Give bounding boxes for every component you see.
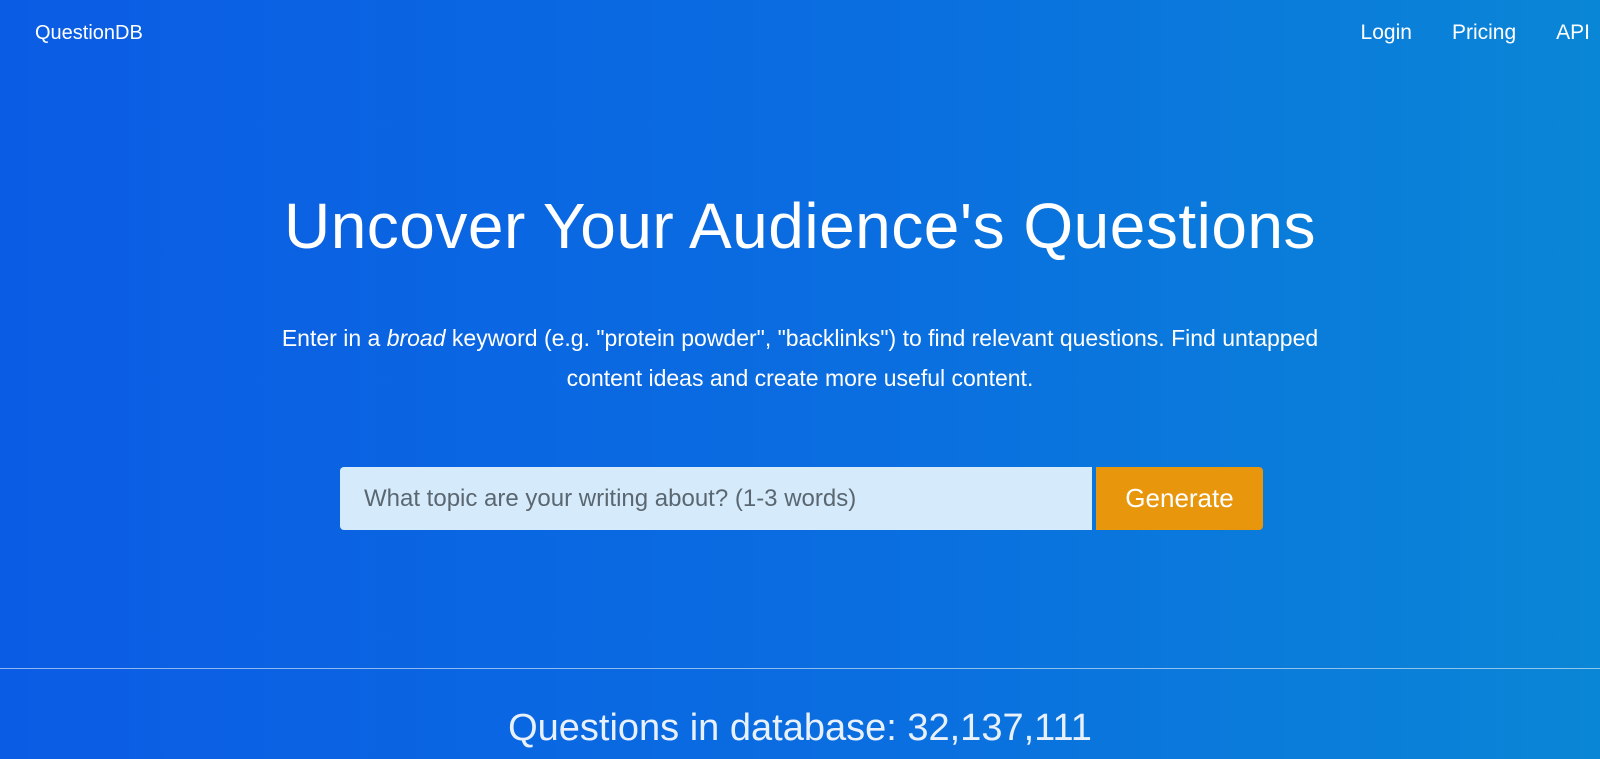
topic-search-input[interactable] — [340, 467, 1092, 530]
hero-title: Uncover Your Audience's Questions — [283, 190, 1317, 262]
brand-logo-link[interactable]: QuestionDB — [35, 22, 143, 45]
nav-link-pricing[interactable]: Pricing — [1452, 21, 1516, 45]
section-divider — [0, 668, 1600, 669]
search-form: Generate — [340, 467, 1263, 530]
hero-section: QuestionDB Login Pricing API Uncover You… — [0, 0, 1600, 668]
generate-button[interactable]: Generate — [1096, 467, 1263, 530]
hero-subtitle-rest: keyword (e.g. "protein powder", "backlin… — [445, 325, 1319, 391]
questions-count-stat: Questions in database: 32,137,111 — [508, 707, 1092, 749]
hero-subtitle-emphasis: broad — [386, 325, 446, 351]
nav-link-api[interactable]: API — [1556, 21, 1590, 45]
nav-link-login[interactable]: Login — [1361, 21, 1412, 45]
hero-subtitle-lead: Enter in a — [281, 325, 387, 351]
nav-links: Login Pricing API — [1321, 21, 1590, 45]
navbar: QuestionDB Login Pricing API — [0, 0, 1600, 70]
hero-subtitle: Enter in a broad keyword (e.g. "protein … — [280, 318, 1320, 398]
